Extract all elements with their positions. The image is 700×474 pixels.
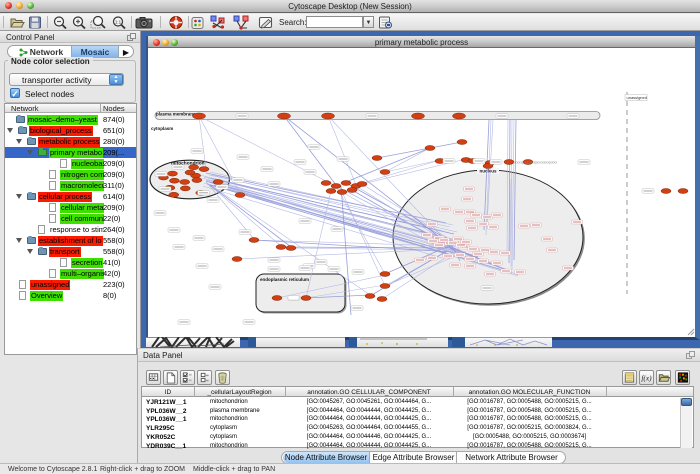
svg-text:endoplasmic reticulum: endoplasmic reticulum [260, 277, 309, 282]
svg-text:f(x): f(x) [641, 373, 652, 382]
svg-text:plasma membrane: plasma membrane [156, 112, 196, 117]
svg-text:1:1: 1:1 [115, 20, 122, 25]
svg-text:cytoplasm: cytoplasm [151, 126, 173, 131]
svg-text:nucleus: nucleus [479, 169, 497, 174]
svg-text:xxxxx|xxxxxxx|xxxxxxx|xxxx: xxxxx|xxxxxxx|xxxxxxx|xxxx [513, 161, 557, 165]
svg-text:unassigned: unassigned [627, 95, 647, 100]
